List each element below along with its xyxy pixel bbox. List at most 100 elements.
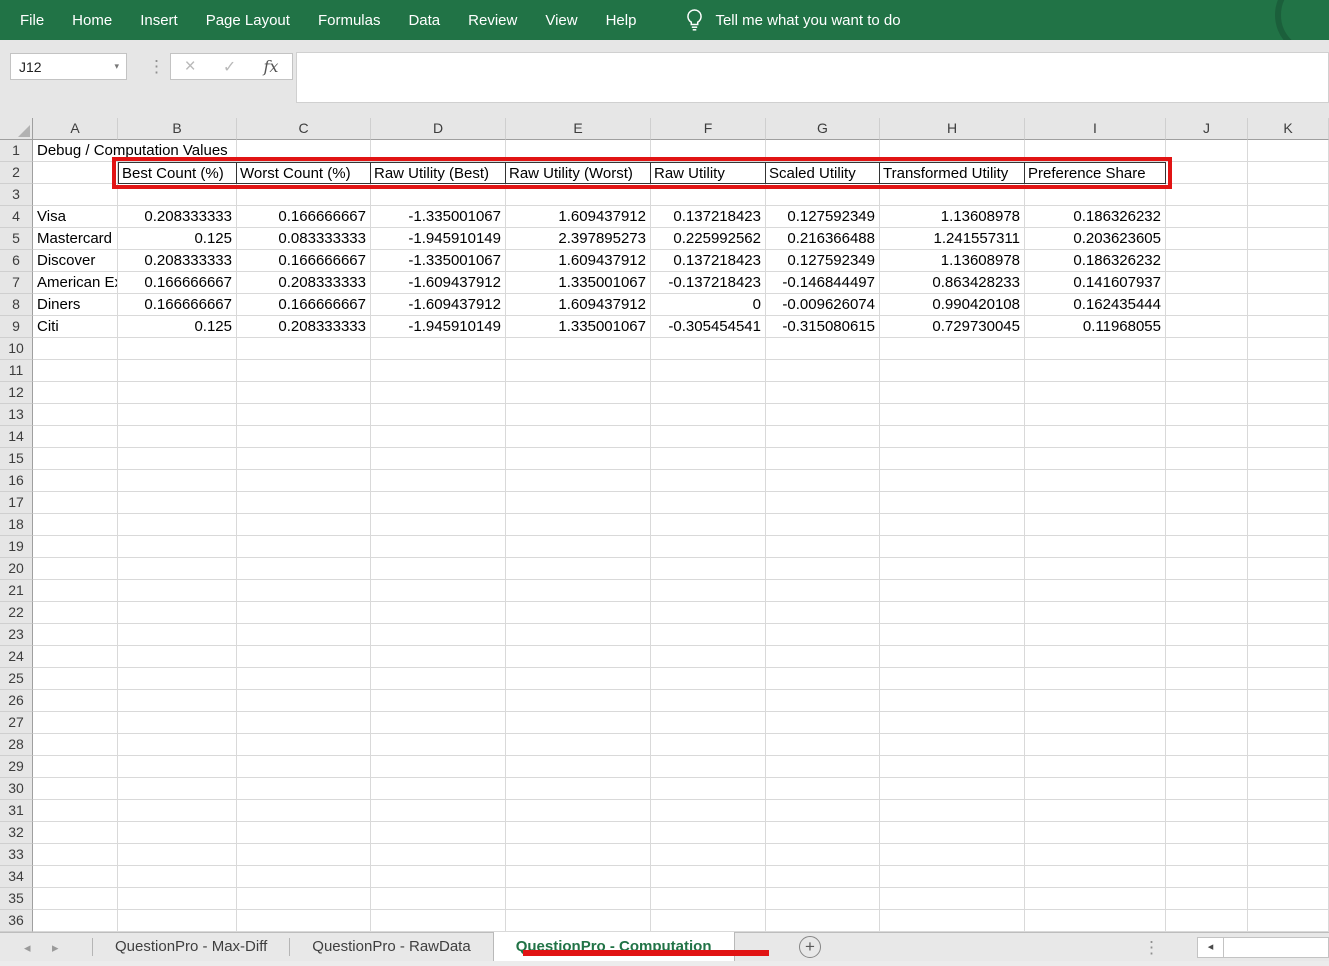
cell-B25[interactable]: [118, 668, 237, 690]
cell-C15[interactable]: [237, 448, 371, 470]
cell-D25[interactable]: [371, 668, 506, 690]
cell-G33[interactable]: [766, 844, 880, 866]
cell-F3[interactable]: [651, 184, 766, 206]
cell-B18[interactable]: [118, 514, 237, 536]
cell-A12[interactable]: [33, 382, 118, 404]
cell-I35[interactable]: [1025, 888, 1166, 910]
cell-I12[interactable]: [1025, 382, 1166, 404]
cell-E2[interactable]: Raw Utility (Worst): [506, 162, 651, 184]
cell-G30[interactable]: [766, 778, 880, 800]
name-box[interactable]: J12: [10, 53, 127, 80]
cell-D17[interactable]: [371, 492, 506, 514]
cell-E33[interactable]: [506, 844, 651, 866]
cell-A11[interactable]: [33, 360, 118, 382]
cell-B33[interactable]: [118, 844, 237, 866]
cell-K1[interactable]: [1248, 140, 1329, 162]
row-header-8[interactable]: 8: [0, 294, 33, 316]
cell-A29[interactable]: [33, 756, 118, 778]
cell-K13[interactable]: [1248, 404, 1329, 426]
column-header-I[interactable]: I: [1025, 118, 1166, 140]
row-header-29[interactable]: 29: [0, 756, 33, 778]
cell-E8[interactable]: 1.609437912: [506, 294, 651, 316]
cell-A15[interactable]: [33, 448, 118, 470]
cell-H27[interactable]: [880, 712, 1025, 734]
cell-G23[interactable]: [766, 624, 880, 646]
sheet-tab-questionpro-max-diff[interactable]: QuestionPro - Max-Diff: [93, 933, 289, 961]
cell-C33[interactable]: [237, 844, 371, 866]
cell-D19[interactable]: [371, 536, 506, 558]
cell-D31[interactable]: [371, 800, 506, 822]
cell-E23[interactable]: [506, 624, 651, 646]
cell-H30[interactable]: [880, 778, 1025, 800]
cell-J26[interactable]: [1166, 690, 1248, 712]
cell-E9[interactable]: 1.335001067: [506, 316, 651, 338]
cell-H9[interactable]: 0.729730045: [880, 316, 1025, 338]
cell-F7[interactable]: -0.137218423: [651, 272, 766, 294]
cell-B28[interactable]: [118, 734, 237, 756]
cell-G9[interactable]: -0.315080615: [766, 316, 880, 338]
tell-me-search[interactable]: Tell me what you want to do: [686, 8, 900, 32]
cell-D3[interactable]: [371, 184, 506, 206]
cell-F21[interactable]: [651, 580, 766, 602]
cell-I1[interactable]: [1025, 140, 1166, 162]
cell-D11[interactable]: [371, 360, 506, 382]
row-header-7[interactable]: 7: [0, 272, 33, 294]
cell-E20[interactable]: [506, 558, 651, 580]
cell-J25[interactable]: [1166, 668, 1248, 690]
cell-D23[interactable]: [371, 624, 506, 646]
cell-H34[interactable]: [880, 866, 1025, 888]
cell-J7[interactable]: [1166, 272, 1248, 294]
cell-J23[interactable]: [1166, 624, 1248, 646]
cell-H17[interactable]: [880, 492, 1025, 514]
cell-H1[interactable]: [880, 140, 1025, 162]
cell-E16[interactable]: [506, 470, 651, 492]
cell-C29[interactable]: [237, 756, 371, 778]
cell-J12[interactable]: [1166, 382, 1248, 404]
cell-K35[interactable]: [1248, 888, 1329, 910]
cell-H26[interactable]: [880, 690, 1025, 712]
cell-C34[interactable]: [237, 866, 371, 888]
cell-D30[interactable]: [371, 778, 506, 800]
cell-F27[interactable]: [651, 712, 766, 734]
cell-I27[interactable]: [1025, 712, 1166, 734]
cell-D20[interactable]: [371, 558, 506, 580]
cell-G35[interactable]: [766, 888, 880, 910]
cell-K21[interactable]: [1248, 580, 1329, 602]
cell-A28[interactable]: [33, 734, 118, 756]
cell-G17[interactable]: [766, 492, 880, 514]
cell-A7[interactable]: American Express: [33, 272, 118, 294]
cell-F32[interactable]: [651, 822, 766, 844]
sheet-tab-questionpro-rawdata[interactable]: QuestionPro - RawData: [290, 933, 492, 961]
cell-F34[interactable]: [651, 866, 766, 888]
cell-J18[interactable]: [1166, 514, 1248, 536]
cell-E26[interactable]: [506, 690, 651, 712]
cell-F9[interactable]: -0.305454541: [651, 316, 766, 338]
row-header-32[interactable]: 32: [0, 822, 33, 844]
cell-A34[interactable]: [33, 866, 118, 888]
cell-B22[interactable]: [118, 602, 237, 624]
cell-K36[interactable]: [1248, 910, 1329, 932]
cell-H16[interactable]: [880, 470, 1025, 492]
row-header-2[interactable]: 2: [0, 162, 33, 184]
cell-H31[interactable]: [880, 800, 1025, 822]
cell-I33[interactable]: [1025, 844, 1166, 866]
cell-F10[interactable]: [651, 338, 766, 360]
cell-E27[interactable]: [506, 712, 651, 734]
cell-C12[interactable]: [237, 382, 371, 404]
cell-E22[interactable]: [506, 602, 651, 624]
cell-G18[interactable]: [766, 514, 880, 536]
menu-item-help[interactable]: Help: [606, 12, 637, 29]
cell-E4[interactable]: 1.609437912: [506, 206, 651, 228]
cell-A13[interactable]: [33, 404, 118, 426]
cell-B3[interactable]: [118, 184, 237, 206]
cell-D4[interactable]: -1.335001067: [371, 206, 506, 228]
cell-I4[interactable]: 0.186326232: [1025, 206, 1166, 228]
cell-G12[interactable]: [766, 382, 880, 404]
cell-I26[interactable]: [1025, 690, 1166, 712]
cell-C30[interactable]: [237, 778, 371, 800]
cell-D6[interactable]: -1.335001067: [371, 250, 506, 272]
cell-A6[interactable]: Discover: [33, 250, 118, 272]
cell-C9[interactable]: 0.208333333: [237, 316, 371, 338]
cell-I14[interactable]: [1025, 426, 1166, 448]
cell-H13[interactable]: [880, 404, 1025, 426]
